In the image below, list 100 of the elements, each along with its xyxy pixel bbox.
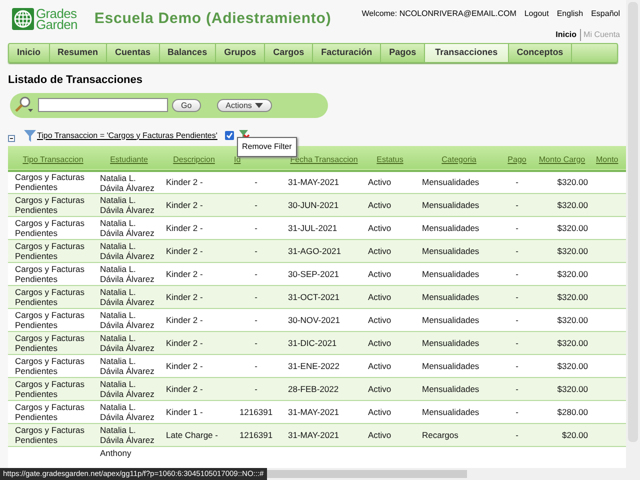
table-cell: Activo: [368, 315, 392, 325]
column-header[interactable]: Descripcion: [173, 154, 215, 164]
table-cell: Kinder 2 -: [166, 177, 203, 188]
table-cell: 30-JUN-2021: [288, 200, 339, 210]
table-cell: -: [516, 407, 518, 417]
table-cell: Activo: [368, 430, 392, 440]
collapse-icon[interactable]: [8, 135, 15, 142]
table-cell: $320.00: [557, 384, 588, 394]
table-cell: 31-MAY-2021: [288, 177, 340, 188]
table-cell: 31-JUL-2021: [288, 223, 338, 233]
nav-tab[interactable]: Grupos: [216, 44, 266, 62]
table-cell: Mensualidades: [422, 315, 480, 325]
nav-tab[interactable]: Cuentas: [107, 44, 160, 62]
table-cell: Mensualidades: [422, 338, 480, 348]
table-cell: -: [254, 384, 258, 394]
table-cell: Kinder 2 -: [166, 361, 203, 371]
table-cell: Activo: [368, 246, 392, 256]
header-link[interactable]: Logout: [524, 8, 549, 20]
table-cell: Mensualidades: [422, 200, 480, 210]
table-cell: Activo: [368, 223, 392, 233]
table-cell: 31-MAY-2021: [288, 430, 340, 440]
search-field[interactable]: [38, 98, 168, 112]
column-header[interactable]: Estatus: [376, 154, 404, 164]
page-title: Listado de Transacciones: [8, 73, 144, 88]
table-cell: Cargos y Facturas Pendientes: [15, 356, 84, 376]
table-cell: Kinder 2 -: [166, 292, 203, 302]
table-cell: Kinder 2 -: [166, 338, 203, 348]
table-cell: Kinder 2 -: [166, 223, 203, 233]
column-header[interactable]: Tipo Transaccion: [22, 154, 84, 164]
table-cell: -: [516, 269, 518, 279]
search-icon[interactable]: [14, 96, 34, 114]
table-cell: $320.00: [557, 269, 588, 279]
table-cell: Mensualidades: [422, 269, 480, 279]
table-cell: -: [254, 223, 258, 233]
nav-tab[interactable]: Inicio: [9, 44, 50, 62]
table-cell: Cargos y Facturas Pendientes: [15, 402, 84, 422]
table-cell: Late Charge -: [166, 430, 218, 440]
nav-tab[interactable]: Conceptos: [508, 44, 572, 62]
horizontal-scrollbar[interactable]: [266, 468, 640, 480]
table-cell: Mensualidades: [422, 384, 480, 394]
table-cell: -: [516, 430, 518, 440]
table-cell: Natalia L. Dávila Álvarez: [100, 287, 154, 307]
table-cell: -: [516, 338, 518, 348]
table-cell: 30-SEP-2021: [288, 269, 340, 279]
column-header[interactable]: Pago: [508, 154, 526, 164]
table-cell: -: [516, 223, 518, 233]
table-cell: $20.00: [562, 430, 588, 440]
table-cell: $280.00: [557, 407, 588, 417]
nav-tab[interactable]: Cargos: [265, 44, 314, 62]
nav-tab[interactable]: Facturación: [313, 44, 382, 62]
table-cell: Kinder 2 -: [166, 246, 203, 256]
header-link[interactable]: English: [556, 8, 584, 20]
table-cell: Natalia L. Dávila Álvarez: [100, 379, 154, 399]
table-cell: -: [254, 338, 258, 348]
table-cell: -: [254, 269, 258, 279]
header-link[interactable]: Español: [591, 8, 620, 20]
table-cell: 1216391: [239, 407, 273, 417]
table-cell: Mensualidades: [422, 223, 480, 233]
table-cell: Activo: [368, 338, 392, 348]
filter-link[interactable]: Tipo Transaccion = 'Cargos y Facturas Pendientes': [37, 130, 218, 142]
table-cell: Mensualidades: [422, 361, 480, 371]
table-cell: Natalia L. Dávila Álvarez: [100, 218, 154, 238]
nav-tab[interactable]: Transacciones: [425, 44, 509, 62]
column-header[interactable]: Estudiante: [110, 154, 148, 164]
table-cell: $320.00: [557, 223, 588, 233]
table-cell: $320.00: [557, 200, 588, 210]
table-cell: 31-OCT-2021: [288, 292, 340, 302]
nav-tab[interactable]: Balances: [160, 44, 216, 62]
table-cell: -: [516, 292, 518, 302]
column-header[interactable]: Monto: [596, 154, 618, 164]
filter-checkbox[interactable]: [225, 131, 234, 140]
table-cell: Activo: [368, 292, 392, 302]
table-cell: Kinder 2 -: [166, 384, 203, 394]
column-header[interactable]: Categoria: [442, 154, 476, 164]
table-cell: Cargos y Facturas Pendientes: [15, 264, 84, 284]
table-cell: -: [254, 246, 258, 256]
table-cell: Mensualidades: [422, 177, 480, 188]
nav-link[interactable]: Inicio: [556, 29, 577, 41]
table-cell: Cargos y Facturas Pendientes: [15, 287, 84, 307]
nav-tab[interactable]: Resumen: [50, 44, 108, 62]
table-cell: -: [254, 200, 258, 210]
table-cell: Activo: [368, 269, 392, 279]
table-cell: 31-DIC-2021: [288, 338, 337, 348]
table-cell: 31-MAY-2021: [288, 407, 340, 417]
table-cell: 28-FEB-2022: [288, 384, 339, 394]
table-cell: Activo: [368, 200, 392, 210]
table-cell: Natalia L. Dávila Álvarez: [100, 241, 154, 261]
funnel-icon: [24, 130, 36, 142]
column-header[interactable]: Id: [234, 154, 241, 164]
table-cell: Kinder 2 -: [166, 200, 203, 210]
column-header[interactable]: Monto Cargo: [538, 154, 586, 164]
go-button[interactable]: Go: [172, 98, 201, 112]
school-title: Escuela Demo (Adiestramiento): [94, 9, 332, 29]
table-cell: $320.00: [557, 177, 588, 188]
table-cell: Activo: [368, 177, 392, 188]
table-cell: $320.00: [557, 338, 588, 348]
table-cell: -: [254, 361, 258, 371]
table-cell: $320.00: [557, 292, 588, 302]
actions-button[interactable]: Actions: [216, 98, 272, 112]
table-cell: Mensualidades: [422, 292, 480, 302]
